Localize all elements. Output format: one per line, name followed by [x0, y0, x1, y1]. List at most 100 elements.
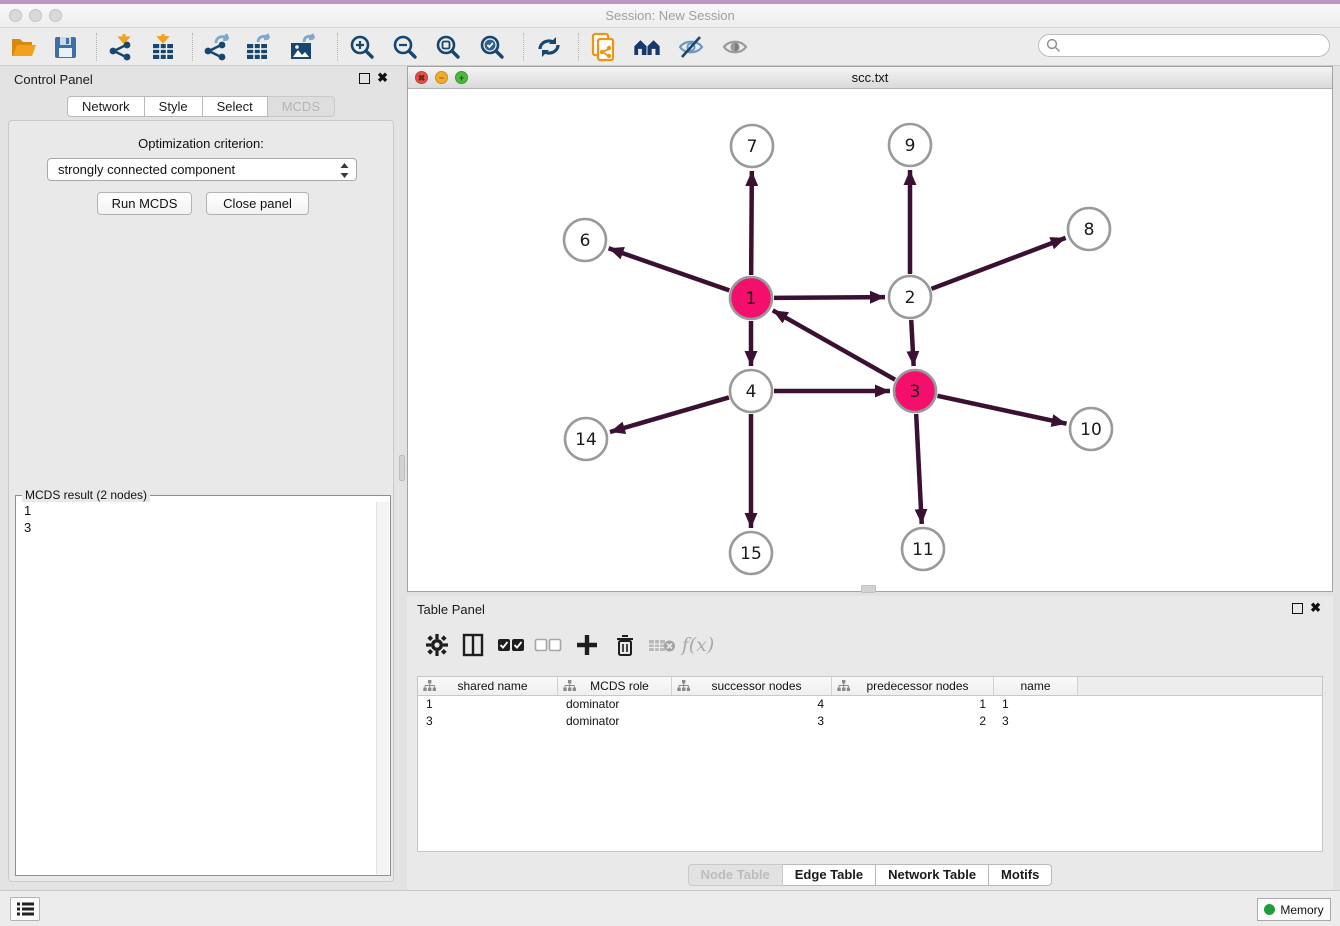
- mcds-result-values[interactable]: 1 3: [24, 502, 31, 536]
- float-panel-icon[interactable]: [359, 73, 370, 84]
- deselect-all-button[interactable]: [533, 630, 563, 660]
- zoom-in-button[interactable]: [347, 32, 377, 62]
- node-table[interactable]: shared name MCDS role successor nodes: [417, 676, 1323, 852]
- network-canvas-svg[interactable]: 7968124314101511: [408, 89, 1332, 591]
- table-panel: Table Panel ✖: [407, 596, 1333, 890]
- tab-mcds[interactable]: MCDS: [268, 96, 335, 117]
- result-scrollbar[interactable]: [376, 502, 389, 874]
- column-header-successor-nodes[interactable]: successor nodes: [672, 677, 832, 695]
- table-float-icon[interactable]: [1292, 603, 1303, 614]
- table-cell[interactable]: 1: [832, 696, 994, 713]
- memory-status-dot: [1264, 904, 1275, 915]
- table-panel-title: Table Panel: [417, 602, 485, 617]
- graph-node-label-11: 11: [912, 540, 934, 560]
- delete-table-icon: [648, 636, 676, 654]
- zoom-fit-icon: [435, 34, 462, 61]
- task-history-button[interactable]: [10, 897, 40, 921]
- tab-select[interactable]: Select: [203, 96, 268, 117]
- graph-node-label-8: 8: [1084, 220, 1095, 240]
- zoom-in-icon: [349, 34, 376, 61]
- tab-edge-table[interactable]: Edge Table: [783, 864, 876, 886]
- panel-splitter-handle[interactable]: [399, 455, 405, 481]
- table-cell[interactable]: 2: [832, 713, 994, 730]
- control-panel-title: Control Panel: [14, 72, 93, 87]
- houses-button[interactable]: [632, 32, 662, 62]
- checked-checkboxes-icon: [497, 638, 525, 652]
- delete-column-button[interactable]: [610, 630, 640, 660]
- export-network-icon: [202, 33, 232, 61]
- network-window-titlebar[interactable]: ✖ − + scc.txt: [408, 67, 1332, 89]
- tab-network-table[interactable]: Network Table: [876, 864, 989, 886]
- search-field[interactable]: [1038, 34, 1330, 57]
- edge-2-8[interactable]: [932, 238, 1066, 289]
- refresh-button[interactable]: [534, 32, 564, 62]
- close-panel-button[interactable]: Close panel: [206, 192, 309, 215]
- table-cell[interactable]: 3: [418, 713, 558, 730]
- import-table-button[interactable]: [148, 32, 178, 62]
- edge-3-10[interactable]: [937, 396, 1066, 424]
- mcds-panel: Optimization criterion: strongly connect…: [8, 120, 394, 882]
- column-header-predecessor-nodes[interactable]: predecessor nodes: [832, 677, 994, 695]
- edge-1-7[interactable]: [751, 171, 752, 275]
- chevron-up-down-icon: [340, 163, 349, 178]
- network-canvas[interactable]: 7968124314101511: [408, 89, 1332, 591]
- horizontal-splitter-handle[interactable]: [861, 585, 876, 593]
- table-row[interactable]: 1dominator411: [418, 696, 1322, 713]
- tab-node-table[interactable]: Node Table: [688, 864, 783, 886]
- hierarchy-icon: [677, 680, 690, 692]
- table-cell[interactable]: 3: [672, 713, 832, 730]
- control-panel-header: Control Panel ✖: [2, 66, 400, 92]
- delete-table-button[interactable]: [647, 630, 677, 660]
- tab-style[interactable]: Style: [145, 96, 203, 117]
- export-network-button[interactable]: [202, 32, 232, 62]
- toggle-columns-button[interactable]: [458, 630, 488, 660]
- refresh-icon: [535, 34, 563, 60]
- graph-node-label-4: 4: [746, 382, 757, 402]
- save-session-button[interactable]: [50, 32, 80, 62]
- clone-network-icon: [590, 32, 618, 62]
- edge-1-6[interactable]: [609, 248, 730, 290]
- table-cell[interactable]: 1: [994, 696, 1078, 713]
- table-close-icon[interactable]: ✖: [1310, 600, 1321, 616]
- select-all-button[interactable]: [496, 630, 526, 660]
- column-header-mcds-role[interactable]: MCDS role: [558, 677, 672, 695]
- zoom-selected-button[interactable]: [477, 32, 507, 62]
- edge-1-2[interactable]: [774, 297, 885, 298]
- table-cell[interactable]: 3: [994, 713, 1078, 730]
- table-settings-button[interactable]: [422, 630, 452, 660]
- export-table-button[interactable]: [244, 32, 274, 62]
- criterion-dropdown[interactable]: strongly connected component: [47, 158, 357, 181]
- table-row[interactable]: 3dominator323: [418, 713, 1322, 730]
- tab-network[interactable]: Network: [67, 96, 145, 117]
- column-header-shared-name[interactable]: shared name: [418, 677, 558, 695]
- table-cell[interactable]: 1: [418, 696, 558, 713]
- table-cell[interactable]: dominator: [558, 696, 672, 713]
- add-column-button[interactable]: [572, 630, 602, 660]
- export-image-button[interactable]: [288, 32, 318, 62]
- table-body: 1dominator4113dominator323: [418, 696, 1322, 730]
- memory-button[interactable]: Memory: [1257, 898, 1331, 921]
- run-mcds-button[interactable]: Run MCDS: [97, 192, 192, 215]
- edge-2-3[interactable]: [911, 320, 913, 366]
- edge-3-1[interactable]: [773, 310, 895, 379]
- function-builder-button[interactable]: f(x): [683, 630, 713, 660]
- hide-selected-button[interactable]: [676, 32, 706, 62]
- zoom-out-button[interactable]: [390, 32, 420, 62]
- zoom-fit-button[interactable]: [433, 32, 463, 62]
- clone-network-button[interactable]: [589, 32, 619, 62]
- table-cell[interactable]: 4: [672, 696, 832, 713]
- search-input[interactable]: [1061, 39, 1329, 53]
- import-network-icon: [107, 33, 135, 61]
- import-network-button[interactable]: [106, 32, 136, 62]
- toolbar-separator: [96, 33, 97, 61]
- show-eye-button[interactable]: [720, 32, 750, 62]
- edge-3-11[interactable]: [916, 414, 922, 524]
- graph-node-label-15: 15: [740, 544, 762, 564]
- close-panel-icon[interactable]: ✖: [377, 70, 388, 86]
- tab-motifs[interactable]: Motifs: [989, 864, 1052, 886]
- edge-4-14[interactable]: [610, 397, 729, 432]
- open-session-button[interactable]: [9, 32, 39, 62]
- export-image-icon: [288, 33, 318, 61]
- table-cell[interactable]: dominator: [558, 713, 672, 730]
- column-header-name[interactable]: name: [994, 677, 1078, 695]
